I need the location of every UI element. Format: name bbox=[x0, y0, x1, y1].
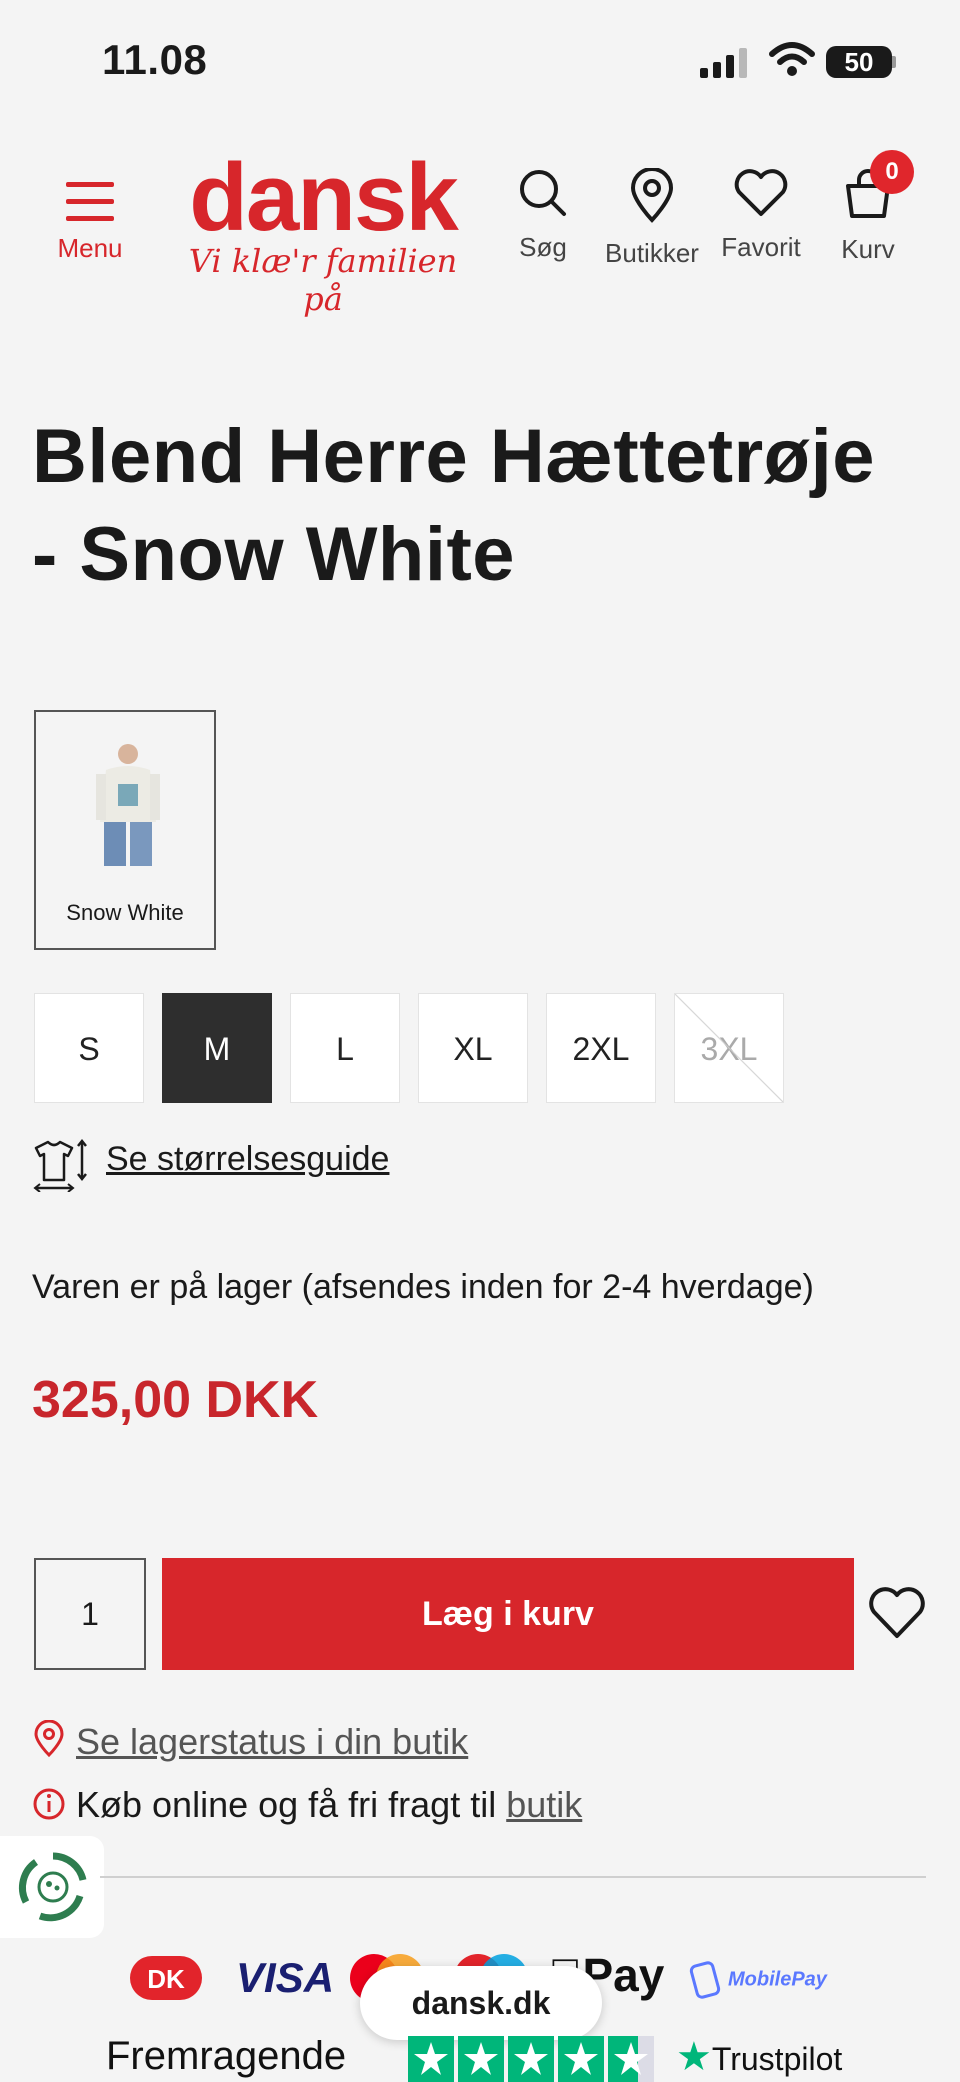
visa-logo: VISA bbox=[236, 1954, 335, 2001]
trustpilot-stars-icon bbox=[408, 2036, 654, 2082]
quantity-input[interactable]: 1 bbox=[34, 1558, 146, 1670]
trustpilot-logo-text: Trustpilot bbox=[711, 2041, 843, 2077]
site-logo[interactable]: dansk Vi klæ'r familien på bbox=[178, 144, 468, 319]
product-price: 325,00 DKK bbox=[32, 1371, 319, 1429]
add-to-wishlist-heart-icon[interactable] bbox=[868, 1586, 926, 1640]
size-guide-tshirt-icon bbox=[33, 1138, 87, 1192]
location-pin-icon bbox=[630, 168, 674, 223]
svg-text:DK: DK bbox=[147, 1964, 185, 1994]
menu-button[interactable]: Menu bbox=[48, 182, 132, 282]
mobilepay-icon bbox=[689, 1961, 721, 1999]
free-shipping-row: Køb online og få fri fragt til butik bbox=[32, 1784, 582, 1826]
nav-stores-label: Butikker bbox=[605, 238, 699, 268]
battery-tip bbox=[892, 56, 896, 68]
menu-label: Menu bbox=[57, 233, 123, 263]
eco-recycle-button[interactable] bbox=[0, 1836, 104, 1938]
nav-cart-label: Kurv bbox=[841, 234, 895, 264]
nav-stores-button[interactable]: Butikker bbox=[597, 168, 707, 269]
search-icon bbox=[520, 170, 566, 216]
free-shipping-text: Køb online og få fri fragt til bbox=[76, 1784, 507, 1825]
add-to-cart-button[interactable]: Læg i kurv bbox=[162, 1558, 854, 1670]
trustpilot-star-icon: ★ bbox=[676, 2035, 712, 2079]
stock-status-text: Varen er på lager (afsendes inden for 2-… bbox=[32, 1268, 814, 1306]
color-swatch-snow-white[interactable]: Snow White bbox=[34, 710, 216, 950]
store-stock-row: Se lagerstatus i din butik bbox=[32, 1719, 468, 1763]
mobilepay-text: MobilePay bbox=[728, 1968, 827, 1991]
trustpilot-logo: ★Trustpilot bbox=[676, 2034, 842, 2080]
size-option-l[interactable]: L bbox=[290, 993, 400, 1103]
nav-favorites-label: Favorit bbox=[721, 232, 801, 262]
hamburger-icon bbox=[48, 182, 132, 221]
size-option-m[interactable]: M bbox=[162, 993, 272, 1103]
size-guide-link[interactable]: Se størrelsesguide bbox=[106, 1140, 389, 1179]
battery-indicator: 50 bbox=[826, 46, 892, 78]
wifi-icon bbox=[769, 42, 815, 76]
nav-search-button[interactable]: Søg bbox=[488, 168, 598, 263]
product-title: Blend Herre Hættetrøje - Snow White bbox=[32, 408, 932, 604]
heart-icon bbox=[734, 169, 788, 216]
size-option-2xl[interactable]: 2XL bbox=[546, 993, 656, 1103]
size-option-3xl: 3XL bbox=[674, 993, 784, 1103]
info-icon bbox=[33, 1788, 65, 1820]
recycle-icon bbox=[18, 1852, 87, 1922]
product-title-line-1: Blend Herre Hættetrøje bbox=[32, 414, 875, 499]
product-title-line-2: - Snow White bbox=[32, 512, 516, 597]
color-swatch-label: Snow White bbox=[66, 900, 184, 925]
dankort-logo-icon: DK bbox=[130, 1956, 202, 2000]
nav-favorites-button[interactable]: Favorit bbox=[706, 168, 816, 263]
logo-wordmark: dansk bbox=[189, 144, 458, 251]
size-option-s[interactable]: S bbox=[34, 993, 144, 1103]
status-time: 11.08 bbox=[102, 36, 208, 83]
store-stock-link[interactable]: Se lagerstatus i din butik bbox=[76, 1721, 468, 1762]
nav-search-label: Søg bbox=[519, 232, 567, 262]
trustpilot-rating-text: Fremragende bbox=[106, 2034, 347, 2078]
mobilepay-logo: MobilePay bbox=[688, 1960, 827, 2016]
location-pin-icon bbox=[34, 1719, 64, 1758]
cart-count-badge: 0 bbox=[870, 150, 914, 194]
section-divider bbox=[100, 1876, 926, 1878]
product-thumbnail-image bbox=[96, 744, 160, 866]
free-shipping-store-link[interactable]: butik bbox=[506, 1784, 582, 1825]
cellular-signal-icon bbox=[700, 48, 747, 78]
size-option-xl[interactable]: XL bbox=[418, 993, 528, 1103]
browser-url-pill[interactable]: dansk.dk bbox=[360, 1966, 602, 2040]
logo-tagline: Vi klæ'r familien på bbox=[188, 242, 458, 318]
